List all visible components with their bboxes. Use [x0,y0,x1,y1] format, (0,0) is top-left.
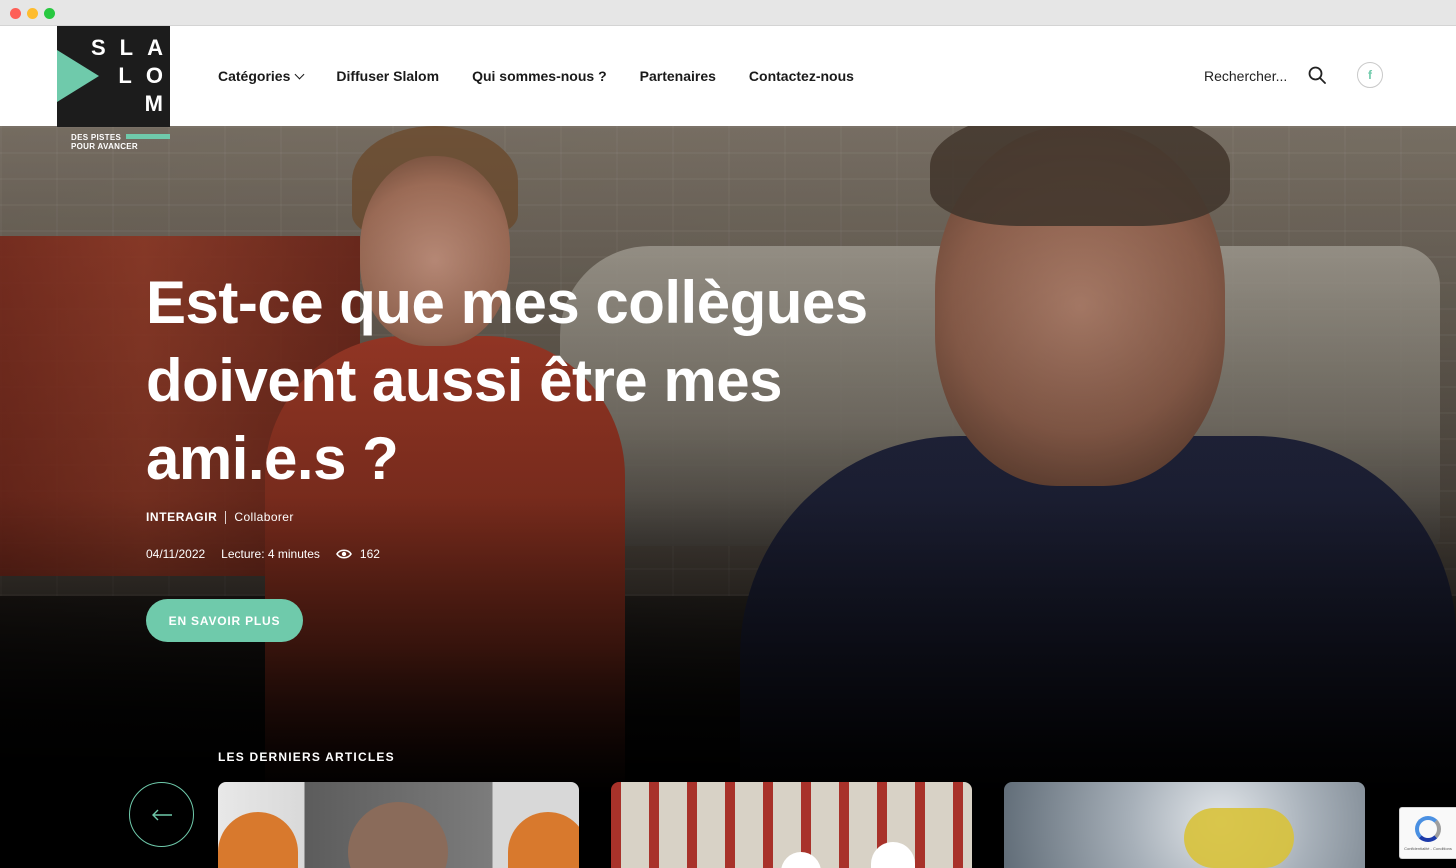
logo-letter: O [145,63,163,88]
card-image-hardhat [781,852,821,868]
article-meta: 04/11/2022 Lecture: 4 minutes 162 [146,547,396,561]
nav-item-contact[interactable]: Contactez-nous [749,68,854,84]
subcategory-link[interactable]: Collaborer [234,510,293,524]
card-image-person [348,802,448,868]
site-logo[interactable]: S L A L O M [57,26,170,127]
category-link[interactable]: INTERAGIR [146,510,217,524]
hero-section: Est-ce que mes collègues doivent aussi ê… [0,126,1456,868]
logo-letter: S [90,35,106,60]
logo-letter: A [147,35,163,60]
nav-item-diffuser[interactable]: Diffuser Slalom [336,68,439,84]
hero-title[interactable]: Est-ce que mes collègues doivent aussi ê… [146,264,906,498]
logo-accent-bar [126,134,170,139]
logo-wordmark: S L A L O M [87,34,163,118]
card-image-helmet-right [508,812,579,868]
nav-label-contact: Contactez-nous [748,68,854,84]
site-header: Catégories Diffuser Slalom Qui sommes-no… [0,26,1456,126]
search-input[interactable]: Rechercher... [1204,68,1287,84]
facebook-icon: f [1368,68,1372,82]
browser-chrome [0,0,1456,26]
recaptcha-text: Confidentialité - Conditions [1404,845,1452,851]
close-window-button[interactable] [10,8,21,19]
minimize-window-button[interactable] [27,8,38,19]
category-divider [225,510,227,524]
article-date: 04/11/2022 [146,547,206,561]
nav-item-categories[interactable]: Catégories [218,68,305,84]
article-card[interactable] [1004,782,1365,868]
recaptcha-icon [1415,815,1441,842]
recaptcha-badge[interactable]: Confidentialité - Conditions [1399,807,1456,859]
search-icon[interactable] [1308,66,1326,84]
eye-icon [335,549,352,559]
article-card[interactable] [218,782,579,868]
nav-label-categories: Catégories [218,68,291,84]
card-image-hardhat [871,842,915,868]
reading-time: Lecture: 4 minutes [221,547,320,561]
main-nav: Catégories Diffuser Slalom Qui sommes-no… [218,26,887,126]
nav-label-about: Qui sommes-nous ? [472,68,607,84]
nav-label-diffuser: Diffuser Slalom [336,68,440,84]
chevron-down-icon [294,69,305,79]
arrow-left-icon [151,809,172,820]
logo-letter: L [119,35,134,60]
card-image-helmet-left [218,812,298,868]
logo-tagline-line2: POUR AVANCER [71,142,139,151]
nav-label-partners: Partenaires [639,68,716,84]
nav-item-partners[interactable]: Partenaires [640,68,716,84]
nav-item-about[interactable]: Qui sommes-nous ? [472,68,607,84]
article-card[interactable] [611,782,972,868]
card-image-goggles [1184,808,1294,868]
maximize-window-button[interactable] [44,8,55,19]
read-more-button[interactable]: EN SAVOIR PLUS [146,599,303,642]
logo-letter: L [118,63,132,88]
carousel-prev-button[interactable] [129,782,194,847]
latest-articles-heading: LES DERNIERS ARTICLES [218,750,395,764]
logo-letter: M [144,91,163,116]
view-count: 162 [359,547,380,561]
facebook-button[interactable]: f [1357,62,1383,88]
article-categories: INTERAGIR Collaborer [146,510,294,524]
